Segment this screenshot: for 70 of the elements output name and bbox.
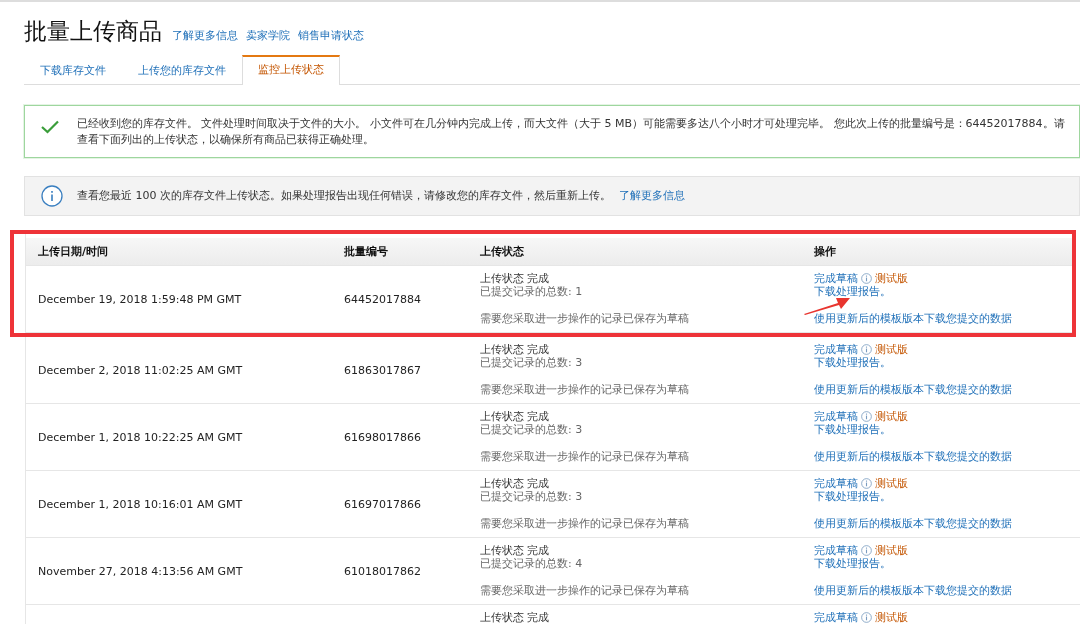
status-text: 上传状态 完成 — [480, 410, 550, 423]
tab[interactable]: 上传您的库存文件 — [122, 57, 242, 85]
table-cell-text: 61697017866 — [343, 497, 422, 511]
draft-note: 需要您采取进一步操作的记录已保存为草稿 — [480, 312, 689, 325]
draft-note: 需要您采取进一步操作的记录已保存为草稿 — [480, 517, 689, 530]
download-report-link[interactable]: 下载处理报告。 — [814, 423, 891, 436]
info-icon — [861, 612, 872, 623]
status-text: 上传状态 完成 — [480, 343, 550, 356]
draft-note: 需要您采取进一步操作的记录已保存为草稿 — [480, 383, 689, 396]
download-report-link[interactable]: 下载处理报告。 — [814, 490, 891, 503]
column-header: 操作 — [813, 244, 837, 259]
download-report-link[interactable]: 下载处理报告。 — [814, 557, 891, 570]
column-header: 上传日期/时间 — [37, 244, 110, 259]
table-cell-text: November 27, 2018 4:13:56 AM GMT — [37, 564, 244, 578]
complete-draft-link[interactable]: 完成草稿 — [814, 477, 858, 490]
status-text: 上传状态 完成 — [480, 544, 550, 557]
table-cell-text: December 19, 2018 1:59:48 PM GMT — [37, 292, 243, 306]
learn-more-link[interactable]: 了解更多信息 — [619, 188, 685, 204]
complete-draft-link[interactable]: 完成草稿 — [814, 410, 858, 423]
checkmark-icon — [41, 120, 59, 134]
beta-label: 测试版 — [875, 611, 908, 624]
success-message: 已经收到您的库存文件。 文件处理时间取决于文件的大小。 小文件可在几分钟内完成上传，而大文件（大于 5 MB）可能需要多达八个小时才可处理完毕。 您此次上传的批量编号是：64452017884。请查看下面列出的上传状态，以确保所有商品已获得正确处理。 — [77, 117, 1065, 146]
beta-label: 测试版 — [875, 343, 908, 356]
beta-label: 测试版 — [875, 477, 908, 490]
beta-label: 测试版 — [875, 272, 908, 285]
complete-draft-link[interactable]: 完成草稿 — [814, 343, 858, 356]
table-cell-text: December 1, 2018 10:22:25 AM GMT — [37, 430, 244, 444]
record-count: 已提交记录的总数: 3 — [480, 490, 583, 503]
table-cell-text: 61698017866 — [343, 430, 422, 444]
header-link[interactable]: 了解更多信息 — [172, 28, 238, 43]
download-report-link[interactable]: 下载处理报告。 — [814, 356, 891, 369]
record-count: 已提交记录的总数: 4 — [480, 557, 583, 570]
info-icon — [861, 545, 872, 556]
page-title: 批量上传商品 — [24, 17, 162, 46]
download-report-link[interactable]: 下载处理报告。 — [814, 285, 891, 298]
beta-label: 测试版 — [875, 410, 908, 423]
column-header: 批量编号 — [343, 244, 389, 259]
table-cell-text: December 1, 2018 10:16:01 AM GMT — [37, 497, 244, 511]
draft-note: 需要您采取进一步操作的记录已保存为草稿 — [480, 584, 689, 597]
complete-draft-link[interactable]: 完成草稿 — [814, 611, 858, 624]
info-icon — [41, 185, 63, 207]
record-count: 已提交记录的总数: 3 — [480, 356, 583, 369]
beta-label: 测试版 — [875, 544, 908, 557]
info-icon — [861, 344, 872, 355]
download-data-link[interactable]: 使用更新后的模板版本下载您提交的数据 — [814, 383, 1012, 396]
status-text: 上传状态 完成 — [480, 477, 550, 490]
header-link[interactable]: 销售申请状态 — [298, 28, 364, 43]
info-message: 查看您最近 100 次的库存文件上传状态。如果处理报告出现任何错误，请修改您的库存文件，然后重新上传。 — [77, 188, 611, 204]
status-text: 上传状态 完成 — [480, 611, 550, 624]
record-count: 已提交记录的总数: 1 — [480, 285, 583, 298]
table-cell-text: 64452017884 — [343, 292, 422, 306]
info-icon — [861, 273, 872, 284]
download-data-link[interactable]: 使用更新后的模板版本下载您提交的数据 — [814, 450, 1012, 463]
table-cell-text: 61863017867 — [343, 363, 422, 377]
status-text: 上传状态 完成 — [480, 272, 550, 285]
tab[interactable]: 监控上传状态 — [242, 55, 340, 85]
table-cell-text: 61018017862 — [343, 564, 422, 578]
header-link[interactable]: 卖家学院 — [246, 28, 290, 43]
column-header: 上传状态 — [479, 244, 525, 259]
info-icon — [861, 411, 872, 422]
info-icon — [861, 478, 872, 489]
download-data-link[interactable]: 使用更新后的模板版本下载您提交的数据 — [814, 312, 1012, 325]
complete-draft-link[interactable]: 完成草稿 — [814, 544, 858, 557]
download-data-link[interactable]: 使用更新后的模板版本下载您提交的数据 — [814, 584, 1012, 597]
table-cell-text: December 2, 2018 11:02:25 AM GMT — [37, 363, 244, 377]
tab[interactable]: 下载库存文件 — [24, 57, 122, 85]
record-count: 已提交记录的总数: 3 — [480, 423, 583, 436]
draft-note: 需要您采取进一步操作的记录已保存为草稿 — [480, 450, 689, 463]
complete-draft-link[interactable]: 完成草稿 — [814, 272, 858, 285]
download-data-link[interactable]: 使用更新后的模板版本下载您提交的数据 — [814, 517, 1012, 530]
